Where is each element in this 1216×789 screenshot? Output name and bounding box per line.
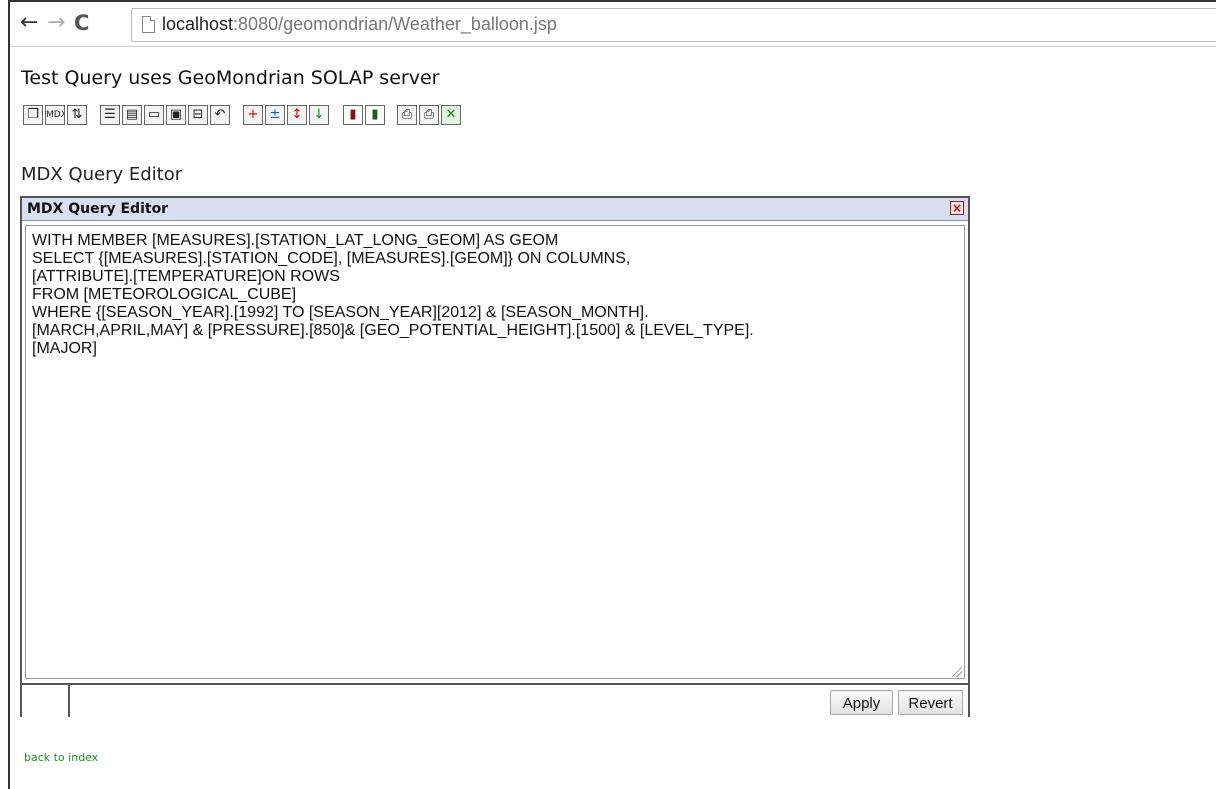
section-label: MDX Query Editor bbox=[21, 164, 183, 185]
show-chart-icon[interactable]: ▮ bbox=[343, 105, 363, 125]
drill-position-icon[interactable]: ± bbox=[265, 105, 285, 125]
mdx-query-textarea[interactable]: WITH MEMBER [MEASURES].[STATION_LAT_LONG… bbox=[25, 225, 965, 679]
url-text[interactable]: localhost:8080/geomondrian/Weather_ballo… bbox=[162, 14, 557, 35]
drill-through-icon[interactable]: ↓ bbox=[309, 105, 329, 125]
editor-header: MDX Query Editor × bbox=[22, 198, 968, 221]
hide-spans-icon[interactable]: ▤ bbox=[122, 105, 142, 125]
drill-replace-icon[interactable]: ↕ bbox=[287, 105, 307, 125]
address-bar[interactable]: localhost:8080/geomondrian/Weather_ballo… bbox=[131, 8, 1216, 42]
forward-arrow-icon[interactable]: → bbox=[47, 12, 65, 34]
sort-az-icon[interactable]: ⇅ bbox=[67, 105, 87, 125]
window-frame-left bbox=[8, 0, 10, 789]
footer-cell bbox=[22, 685, 70, 717]
show-parents-icon[interactable]: ☰ bbox=[100, 105, 120, 125]
reload-icon[interactable]: C bbox=[74, 12, 89, 34]
mdx-editor-panel: MDX Query Editor × WITH MEMBER [MEASURES… bbox=[20, 196, 970, 717]
editor-footer: Apply Revert bbox=[22, 683, 968, 717]
swap-axes-icon[interactable]: ↶ bbox=[210, 105, 230, 125]
suppress-empty-icon[interactable]: ⊟ bbox=[188, 105, 208, 125]
print-pdf-icon[interactable]: ⎙ bbox=[419, 105, 439, 125]
apply-button[interactable]: Apply bbox=[830, 690, 893, 715]
export-excel-icon[interactable]: ✕ bbox=[441, 105, 461, 125]
browser-toolbar: ← → C localhost:8080/geomondrian/Weather… bbox=[10, 2, 1216, 47]
chart-config-icon[interactable]: ▮ bbox=[365, 105, 385, 125]
page-title: Test Query uses GeoMondrian SOLAP server bbox=[21, 67, 440, 89]
page-icon bbox=[142, 16, 155, 33]
revert-button[interactable]: Revert bbox=[898, 690, 963, 715]
drill-member-icon[interactable]: + bbox=[243, 105, 263, 125]
editor-title: MDX Query Editor bbox=[27, 201, 169, 217]
properties-icon[interactable]: ▭ bbox=[144, 105, 164, 125]
mdx-editor-icon[interactable]: MDX bbox=[45, 105, 65, 125]
url-host: localhost bbox=[162, 14, 234, 34]
cube-navigator-icon[interactable]: ❐ bbox=[23, 105, 43, 125]
back-arrow-icon[interactable]: ← bbox=[20, 12, 38, 34]
non-empty-icon[interactable]: ▣ bbox=[166, 105, 186, 125]
resize-grip-icon[interactable] bbox=[952, 667, 962, 677]
back-to-index-link[interactable]: back to index bbox=[24, 751, 98, 764]
url-path: :8080/geomondrian/Weather_balloon.jsp bbox=[233, 14, 557, 34]
print-config-icon[interactable]: ⎙ bbox=[397, 105, 417, 125]
close-icon[interactable]: × bbox=[950, 201, 964, 215]
